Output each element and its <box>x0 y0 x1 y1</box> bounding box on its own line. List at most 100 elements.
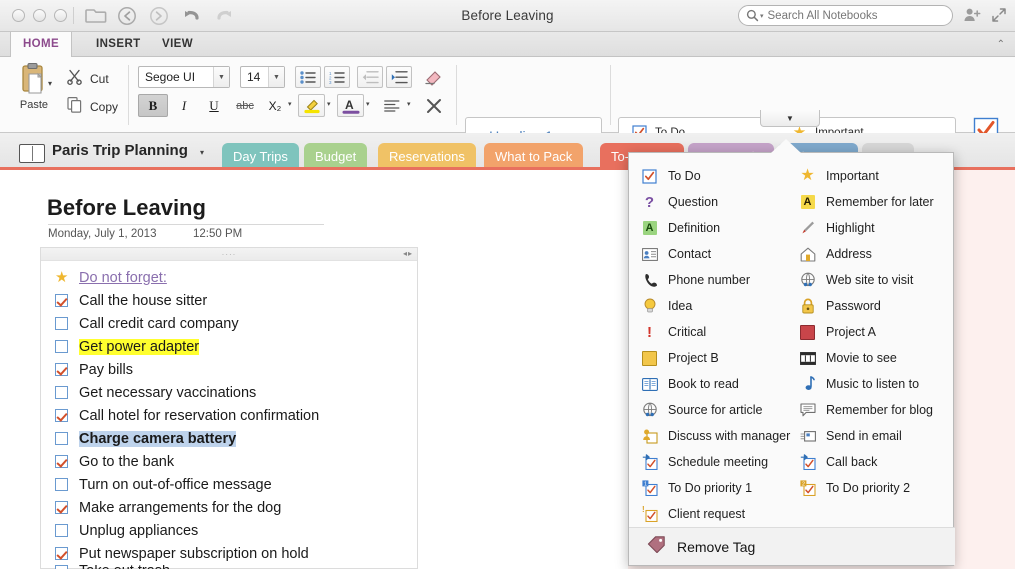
menu-item-call-back[interactable]: Call back <box>791 449 949 475</box>
checkbox-icon[interactable] <box>51 363 79 376</box>
delete-button[interactable] <box>420 94 447 117</box>
list-item-label[interactable]: Take out trash <box>79 565 170 569</box>
menu-item-to-do-priority-1[interactable]: 1 To Do priority 1 <box>633 475 791 501</box>
list-item-label[interactable]: Put newspaper subscription on hold <box>79 546 309 562</box>
checkbox-icon[interactable] <box>51 501 79 514</box>
tags-dropdown-button[interactable]: ▼ <box>760 110 820 127</box>
list-item-label[interactable]: Call credit card company <box>79 316 239 332</box>
decrease-indent-button[interactable] <box>357 66 383 88</box>
font-color-caret-icon[interactable]: ▾ <box>366 100 370 108</box>
list-item[interactable]: Call the house sitter <box>51 289 411 312</box>
container-resize-icon[interactable]: ◂▸ <box>403 249 413 258</box>
checkbox-icon[interactable] <box>51 386 79 399</box>
section-tab-what-to-pack[interactable]: What to Pack <box>484 143 583 170</box>
menu-item-book-to-read[interactable]: Book to read <box>633 371 791 397</box>
list-item[interactable]: Go to the bank <box>51 450 411 473</box>
list-item[interactable]: Get necessary vaccinations <box>51 381 411 404</box>
list-item[interactable]: Unplug appliances <box>51 519 411 542</box>
menu-item-address[interactable]: Address <box>791 241 949 267</box>
tab-home[interactable]: HOME <box>10 32 72 57</box>
tab-insert[interactable]: INSERT <box>82 32 155 57</box>
menu-item-project-b[interactable]: Project B <box>633 345 791 371</box>
section-tab-day-trips[interactable]: Day Trips <box>222 143 299 170</box>
menu-item-remember-for-blog[interactable]: Remember for blog <box>791 397 949 423</box>
checkbox-icon[interactable] <box>51 565 79 569</box>
list-item-label[interactable]: Unplug appliances <box>79 523 198 539</box>
paste-caret-icon[interactable]: ▾ <box>48 79 52 88</box>
list-item[interactable]: Get power adapter <box>51 335 411 358</box>
list-item-label[interactable]: Get power adapter <box>79 339 199 355</box>
chevron-down-icon[interactable]: ▼ <box>213 67 229 87</box>
list-item[interactable]: Turn on out-of-office message <box>51 473 411 496</box>
list-item-label[interactable]: Turn on out-of-office message <box>79 477 272 493</box>
subscript-caret-icon[interactable]: ▾ <box>288 100 292 108</box>
page-time[interactable]: 12:50 PM <box>193 228 242 240</box>
list-item-label[interactable]: Go to the bank <box>79 454 174 470</box>
align-button[interactable] <box>378 94 405 117</box>
list-item-label[interactable]: Pay bills <box>79 362 133 378</box>
list-item-label[interactable]: Get necessary vaccinations <box>79 385 256 401</box>
menu-item-client-request[interactable]: ! Client request <box>633 501 791 527</box>
menu-item-to-do-priority-2[interactable]: 2 To Do priority 2 <box>791 475 949 501</box>
menu-item-web-site-to-visit[interactable]: Web site to visit <box>791 267 949 293</box>
expand-icon[interactable] <box>991 7 1007 28</box>
checkbox-icon[interactable] <box>51 340 79 353</box>
numbering-button[interactable]: 123 <box>324 66 350 88</box>
list-item[interactable]: Charge camera battery <box>51 427 411 450</box>
checkbox-icon[interactable] <box>51 432 79 445</box>
star-icon[interactable]: ★ <box>51 270 79 285</box>
page-title[interactable]: Before Leaving <box>47 195 206 221</box>
list-item-label[interactable]: Call the house sitter <box>79 293 207 309</box>
menu-item-important[interactable]: ★ Important <box>791 163 949 189</box>
page-date[interactable]: Monday, July 1, 2013 <box>48 228 156 240</box>
checkbox-icon[interactable] <box>51 547 79 560</box>
menu-item-project-a[interactable]: Project A <box>791 319 949 345</box>
checkbox-icon[interactable] <box>51 409 79 422</box>
menu-item-definition[interactable]: A Definition <box>633 215 791 241</box>
menu-item-password[interactable]: Password <box>791 293 949 319</box>
add-user-icon[interactable] <box>963 7 981 28</box>
bullets-button[interactable] <box>295 66 321 88</box>
checkbox-icon[interactable] <box>51 455 79 468</box>
align-caret-icon[interactable]: ▾ <box>407 100 411 108</box>
list-item-label[interactable]: Charge camera battery <box>79 431 236 447</box>
highlight-color-button[interactable] <box>298 94 325 117</box>
list-item[interactable]: Pay bills <box>51 358 411 381</box>
search-input[interactable]: ▾ Search All Notebooks <box>738 5 953 26</box>
section-tab-budget[interactable]: Budget <box>304 143 367 170</box>
tag-dropdown-menu[interactable]: To Do ? Question A Definition Contact <box>628 152 954 566</box>
remove-tag-button[interactable]: Remove Tag <box>629 527 955 565</box>
menu-item-music-to-listen-to[interactable]: Music to listen to <box>791 371 949 397</box>
list-item-label[interactable]: Do not forget: <box>79 270 167 286</box>
font-name-select[interactable]: Segoe UI ▼ <box>138 66 230 88</box>
note-container-handle[interactable]: ···· ◂▸ <box>41 248 417 261</box>
chevron-up-icon[interactable]: ⌃ <box>997 39 1005 50</box>
menu-item-critical[interactable]: ! Critical <box>633 319 791 345</box>
cut-button[interactable]: Cut <box>66 65 118 93</box>
clear-formatting-button[interactable] <box>420 66 446 88</box>
notebook-caret-icon[interactable]: ▾ <box>200 148 204 157</box>
search-scope-caret-icon[interactable]: ▾ <box>760 12 764 20</box>
menu-item-discuss-with-manager[interactable]: Discuss with manager <box>633 423 791 449</box>
list-item-label[interactable]: Call hotel for reservation confirmation <box>79 408 319 424</box>
menu-item-contact[interactable]: Contact <box>633 241 791 267</box>
list-item[interactable]: ★ Do not forget: <box>51 266 411 289</box>
checkbox-icon[interactable] <box>51 524 79 537</box>
list-item-label[interactable]: Make arrangements for the dog <box>79 500 281 516</box>
list-item[interactable]: Make arrangements for the dog <box>51 496 411 519</box>
chevron-down-icon[interactable]: ▼ <box>268 67 284 87</box>
notebook-name[interactable]: Paris Trip Planning <box>52 142 188 159</box>
checkbox-icon[interactable] <box>51 478 79 491</box>
menu-item-to-do[interactable]: To Do <box>633 163 791 189</box>
paste-button[interactable]: Paste <box>8 61 60 111</box>
underline-button[interactable]: U <box>200 94 228 117</box>
list-item[interactable]: Call hotel for reservation confirmation <box>51 404 411 427</box>
menu-item-movie-to-see[interactable]: Movie to see <box>791 345 949 371</box>
bold-button[interactable]: B <box>138 94 168 117</box>
section-tab-reservations[interactable]: Reservations <box>378 143 476 170</box>
menu-item-send-in-email[interactable]: Send in email <box>791 423 949 449</box>
list-item[interactable]: Call credit card company <box>51 312 411 335</box>
list-item[interactable]: Put newspaper subscription on hold <box>51 542 411 565</box>
menu-item-highlight[interactable]: Highlight <box>791 215 949 241</box>
italic-button[interactable]: I <box>170 94 198 117</box>
